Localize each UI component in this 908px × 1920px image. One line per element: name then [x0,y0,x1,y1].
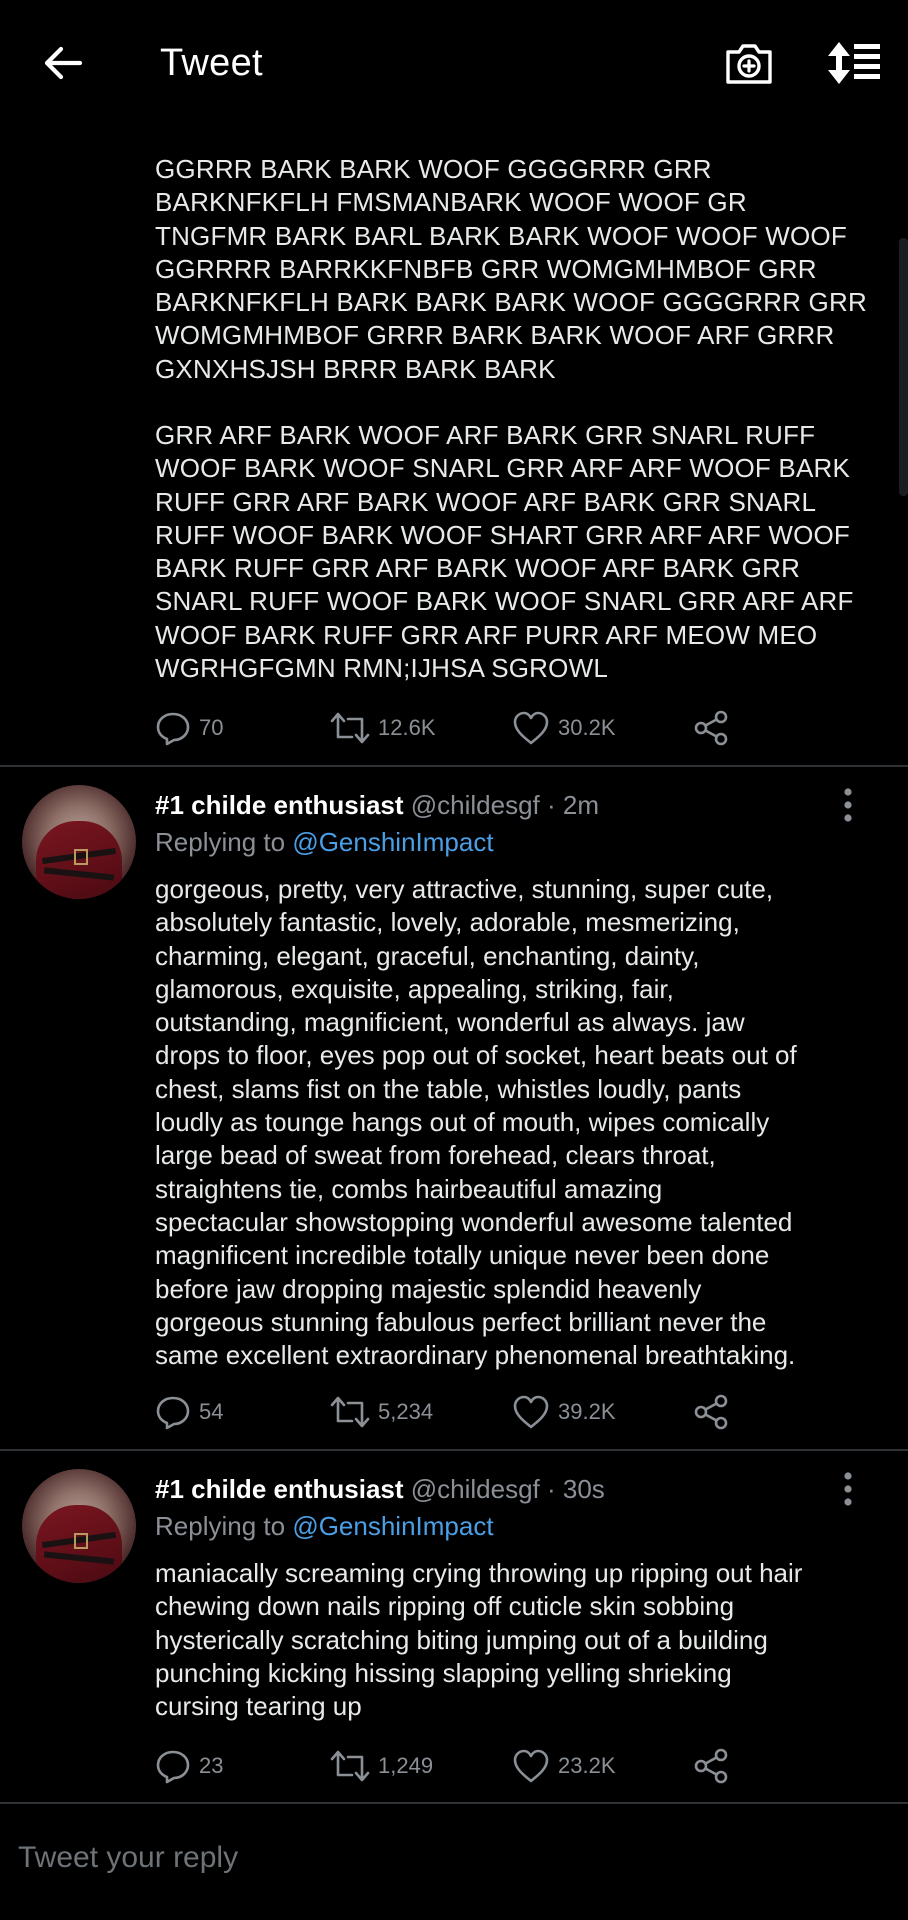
avatar[interactable] [22,1469,136,1583]
reply-icon [156,1396,190,1430]
retweet-count: 1,249 [378,1753,434,1778]
retweet-button[interactable]: 12.6K [330,706,436,750]
reply-text: maniacally screaming crying throwing up … [155,1558,803,1722]
retweet-icon [330,712,370,744]
share-button[interactable] [693,706,729,750]
reply-icon [156,712,190,746]
reply-count: 23 [199,1753,224,1778]
mention-link[interactable]: @GenshinImpact [292,1511,493,1541]
heart-icon [513,1749,549,1783]
reply-actions: 23 1,249 23.2K [155,1744,735,1788]
replying-to-label: Replying to [155,1511,293,1541]
divider [0,1802,908,1804]
mention-link[interactable]: @GenshinImpact [292,827,493,857]
tweet-text-paragraph-1: GGRRR BARK BARK WOOF GGGGRRR GRR BARKNFK… [155,154,867,384]
reply-text: gorgeous, pretty, very attractive, stunn… [155,874,797,1371]
like-button[interactable]: 39.2K [512,1390,616,1434]
tweet-actions: 70 12.6K 30.2K [155,706,735,750]
retweet-icon [330,1750,370,1782]
camera-plus-icon[interactable] [723,38,775,90]
display-name[interactable]: #1 childe enthusiast [155,1474,404,1504]
share-button[interactable] [693,1390,729,1434]
page-title: Tweet [160,42,263,84]
share-button[interactable] [693,1744,729,1788]
retweet-count: 12.6K [378,715,436,740]
reply-count: 70 [199,715,224,740]
replying-to: Replying to @GenshinImpact [155,1510,494,1542]
scrollbar[interactable] [899,238,908,496]
like-button[interactable]: 30.2K [512,706,616,750]
reply-button[interactable]: 23 [155,1744,223,1788]
retweet-icon [330,1396,370,1428]
replying-to: Replying to @GenshinImpact [155,826,494,858]
reply-actions: 54 5,234 39.2K [155,1390,735,1434]
avatar[interactable] [22,785,136,899]
replying-to-label: Replying to [155,827,293,857]
user-handle[interactable]: @childesgf [411,1474,540,1504]
reply-button[interactable]: 70 [155,706,223,750]
share-icon [694,1748,728,1784]
tweet-detail-screen: Tweet GGRRR BARK BARK WOOF GGGGRRR GRR B… [0,0,908,1920]
sort-list-icon[interactable] [826,40,882,86]
like-count: 30.2K [558,715,616,740]
divider [0,765,908,767]
retweet-count: 5,234 [378,1399,434,1424]
timestamp: · 30s [539,1474,605,1504]
display-name[interactable]: #1 childe enthusiast [155,790,404,820]
top-app-bar: Tweet [0,0,908,126]
like-count: 23.2K [558,1753,616,1778]
reply-header: #1 childe enthusiast @childesgf · 2m [155,789,599,821]
heart-icon [513,1395,549,1429]
divider [0,1449,908,1451]
reply-composer-input[interactable]: Tweet your reply [18,1838,878,1878]
heart-icon [513,711,549,745]
reply-button[interactable]: 54 [155,1390,223,1434]
share-icon [694,710,728,746]
reply-header: #1 childe enthusiast @childesgf · 30s [155,1473,605,1505]
tweet-text-paragraph-2: GRR ARF BARK WOOF ARF BARK GRR SNARL RUF… [155,420,854,684]
share-icon [694,1394,728,1430]
retweet-button[interactable]: 5,234 [330,1390,433,1434]
retweet-button[interactable]: 1,249 [330,1744,433,1788]
more-options-icon[interactable] [838,787,858,823]
user-handle[interactable]: @childesgf [411,790,540,820]
reply-count: 54 [199,1399,224,1424]
like-button[interactable]: 23.2K [512,1744,616,1788]
timestamp: · 2m [539,790,600,820]
like-count: 39.2K [558,1399,616,1424]
more-options-icon[interactable] [838,1471,858,1507]
reply-icon [156,1750,190,1784]
arrow-left-icon[interactable] [40,40,86,86]
